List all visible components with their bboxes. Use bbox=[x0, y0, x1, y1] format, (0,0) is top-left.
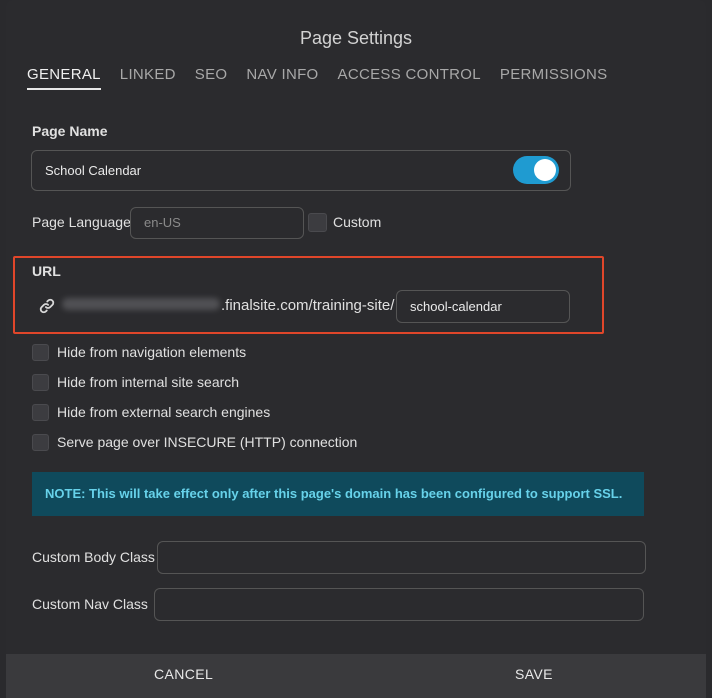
hide-internal-search-checkbox[interactable] bbox=[32, 374, 49, 391]
page-language-label: Page Language bbox=[32, 214, 131, 230]
url-slug-field[interactable]: school-calendar bbox=[396, 290, 570, 323]
insecure-http-label: Serve page over INSECURE (HTTP) connecti… bbox=[57, 434, 358, 450]
hide-external-search-label: Hide from external search engines bbox=[57, 404, 271, 420]
tab-general[interactable]: GENERAL bbox=[27, 66, 101, 90]
tab-linked[interactable]: LINKED bbox=[120, 66, 176, 90]
hide-external-search-checkbox[interactable] bbox=[32, 404, 49, 421]
url-slug-value: school-calendar bbox=[410, 299, 502, 314]
url-label: URL bbox=[32, 263, 61, 279]
custom-body-class-input[interactable] bbox=[157, 541, 646, 574]
insecure-http-checkbox[interactable] bbox=[32, 434, 49, 451]
custom-language-checkbox[interactable] bbox=[308, 213, 327, 232]
toggle-knob bbox=[534, 159, 556, 181]
hide-internal-search-label: Hide from internal site search bbox=[57, 374, 240, 390]
tab-bar: GENERAL LINKED SEO NAV INFO ACCESS CONTR… bbox=[27, 66, 626, 90]
custom-nav-class-input[interactable] bbox=[154, 588, 644, 621]
tab-seo[interactable]: SEO bbox=[195, 66, 228, 90]
tab-access-control[interactable]: ACCESS CONTROL bbox=[338, 66, 481, 90]
hide-navigation-checkbox[interactable] bbox=[32, 344, 49, 361]
url-domain-text: .finalsite.com/training-site/ bbox=[221, 297, 395, 314]
save-button[interactable]: SAVE bbox=[515, 666, 553, 682]
link-icon bbox=[39, 298, 55, 314]
page-name-toggle[interactable] bbox=[513, 156, 559, 184]
cancel-button[interactable]: CANCEL bbox=[154, 666, 213, 682]
hide-navigation-label: Hide from navigation elements bbox=[57, 344, 247, 360]
tab-permissions[interactable]: PERMISSIONS bbox=[500, 66, 608, 90]
dialog-title: Page Settings bbox=[299, 28, 413, 48]
page-name-field[interactable]: School Calendar bbox=[31, 150, 571, 191]
custom-language-label: Custom bbox=[333, 214, 382, 230]
blurred-subdomain bbox=[62, 298, 220, 310]
ssl-note-banner: NOTE: This will take effect only after t… bbox=[32, 472, 644, 516]
page-language-placeholder: en-US bbox=[144, 215, 181, 230]
dialog-footer: CANCEL SAVE bbox=[6, 654, 706, 698]
tab-nav-info[interactable]: NAV INFO bbox=[246, 66, 318, 90]
custom-nav-class-label: Custom Nav Class bbox=[32, 596, 148, 612]
page-name-value: School Calendar bbox=[45, 163, 142, 178]
page-name-label: Page Name bbox=[32, 123, 108, 139]
page-language-field[interactable]: en-US bbox=[130, 207, 304, 239]
custom-body-class-label: Custom Body Class bbox=[32, 549, 155, 565]
